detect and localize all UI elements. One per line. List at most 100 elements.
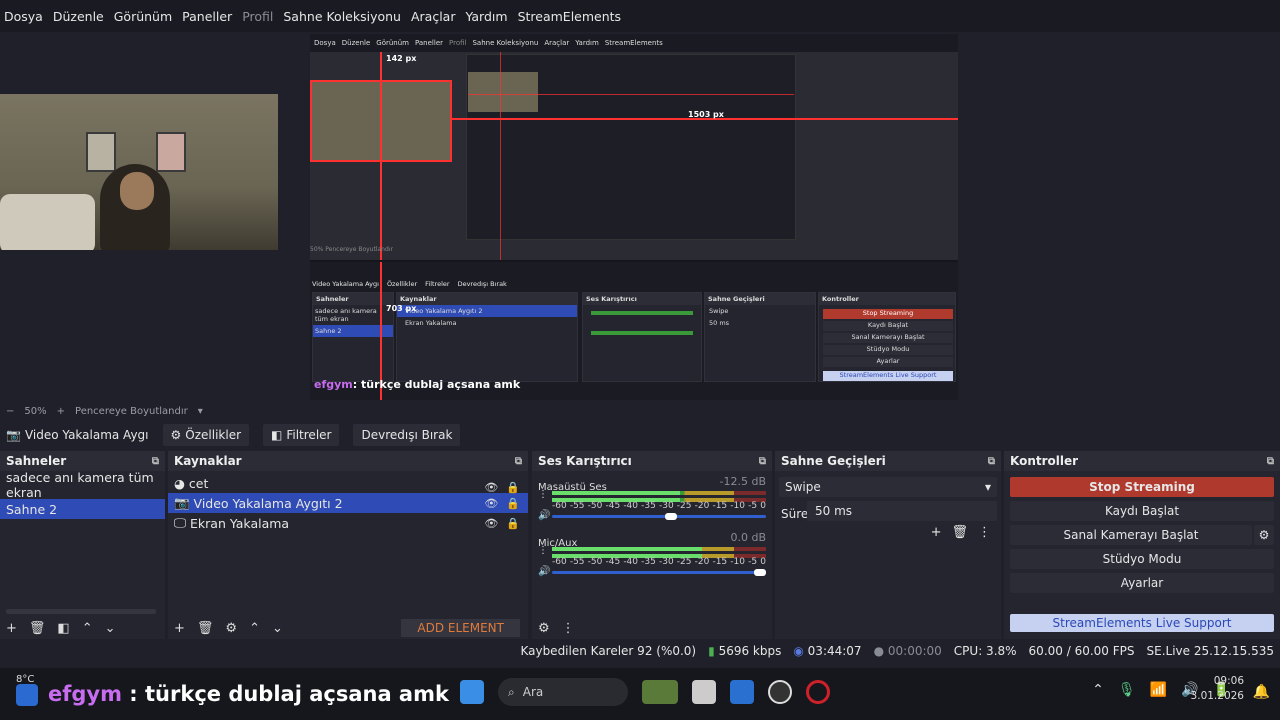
trash-icon[interactable]: 🗑 (197, 621, 214, 636)
volume-slider[interactable] (552, 571, 766, 574)
menu-scene-collection[interactable]: Sahne Koleksiyonu (283, 9, 401, 24)
sources-title: Kaynaklar (174, 454, 242, 468)
chevron-down-icon[interactable]: ⌄ (272, 621, 283, 636)
start-recording-button[interactable]: Kaydı Başlat (1010, 501, 1274, 521)
trash-icon[interactable]: 🗑 (29, 621, 46, 636)
dock-menu-icon[interactable]: ⧉ (759, 456, 766, 467)
filters-button[interactable]: ◧ Filtreler (263, 424, 340, 446)
eye-icon[interactable]: 👁 (484, 481, 498, 494)
mixer-channel: Mic/Aux 0.0 dB ⋮ -60 -55 -50 -45 -40 -35 -30 -2… (538, 531, 766, 581)
add-icon[interactable]: + (174, 621, 185, 636)
dock-menu-icon[interactable]: ⧉ (152, 456, 159, 467)
preview-canvas[interactable]: Dosya Düzenle Görünüm Paneller Profil Sa… (0, 32, 1280, 402)
menu-tools[interactable]: Araçlar (411, 9, 456, 24)
menu-profile[interactable]: Profil (242, 9, 273, 24)
gear-icon[interactable]: ⚙ (225, 621, 237, 636)
windows-start-icon[interactable] (460, 680, 484, 704)
more-icon[interactable]: ⋮ (538, 545, 548, 556)
source-item[interactable]: 🖵 Ekran Yakalama 👁 🔒 (168, 513, 528, 533)
channel-db: 0.0 dB (730, 531, 766, 544)
level-meter-fill (552, 491, 681, 495)
mail-app-icon[interactable] (730, 680, 754, 704)
transition-select[interactable]: Swipe ▾ (779, 477, 997, 497)
gear-icon[interactable]: ⚙ (538, 621, 550, 636)
volume-slider[interactable] (552, 515, 766, 518)
sources-dock: Kaynaklar ⧉ ◕ cet 📷 Video Yakalama Aygıt… (168, 451, 528, 639)
menu-file[interactable]: Dosya (4, 9, 43, 24)
virtual-camera-button[interactable]: Sanal Kamerayı Başlat (1010, 525, 1252, 545)
zoom-in-icon[interactable]: + (57, 406, 65, 417)
source-item[interactable]: 📷 Video Yakalama Aygıtı 2 👁 🔒 (168, 493, 528, 513)
mixer-title: Ses Karıştırıcı (538, 454, 632, 468)
webcam-source[interactable] (0, 94, 278, 250)
file-explorer-icon[interactable] (692, 680, 716, 704)
opera-icon[interactable] (806, 680, 830, 704)
horizontal-scrollbar[interactable] (6, 609, 156, 614)
search-label: Ara (522, 685, 544, 699)
properties-button[interactable]: ⚙ Özellikler (162, 424, 250, 446)
mic-icon[interactable]: 🎙 (1118, 682, 1136, 698)
disable-button[interactable]: Devredışı Bırak (353, 424, 461, 446)
trash-icon[interactable]: 🗑 (951, 525, 968, 540)
settings-button[interactable]: Ayarlar (1010, 573, 1274, 593)
source-item[interactable]: ◕ cet (168, 473, 528, 493)
taskbar-search[interactable]: ⌕ Ara (498, 678, 628, 706)
zoom-out-icon[interactable]: − (6, 406, 14, 417)
meter-tick: -40 (623, 501, 639, 511)
volume-knob[interactable] (754, 569, 766, 576)
clock[interactable]: 09:06 3.01.2026 (1191, 674, 1244, 704)
fit-label[interactable]: Pencereye Boyutlandır (75, 406, 188, 417)
channel-db: -12.5 dB (719, 475, 767, 488)
duration-input[interactable]: 50 ms (807, 501, 997, 521)
chevron-up-icon[interactable]: ⌃ (249, 621, 260, 636)
lock-icon[interactable]: 🔒 (506, 481, 520, 494)
chevron-down-icon[interactable]: ▾ (198, 406, 203, 417)
dock-menu-icon[interactable]: ⧉ (988, 456, 995, 467)
meter-tick: -10 (730, 501, 745, 511)
lock-icon[interactable]: 🔒 (506, 497, 520, 510)
zoom-value[interactable]: 50% (24, 406, 46, 417)
chevron-up-icon[interactable]: ⌃ (82, 621, 93, 636)
gear-icon[interactable]: ⚙ (1254, 525, 1274, 545)
wifi-icon[interactable]: 📶 (1150, 682, 1167, 698)
studio-mode-button[interactable]: Stüdyo Modu (1010, 549, 1274, 569)
meter-tick: -50 (587, 501, 603, 511)
more-icon[interactable]: ⋮ (562, 621, 575, 636)
bed-image (0, 194, 95, 250)
transitions-title: Sahne Geçişleri (781, 454, 886, 468)
eye-icon[interactable]: 👁 (484, 497, 498, 510)
filter-icon[interactable]: ◧ (57, 621, 69, 636)
scene-item[interactable]: sadece anı kamera tüm ekran (0, 470, 165, 500)
speaker-icon[interactable]: 🔊 (538, 510, 550, 521)
chevron-up-icon[interactable]: ⌃ (1092, 682, 1104, 698)
chevron-down-icon: ▾ (984, 480, 991, 494)
menu-view[interactable]: Görünüm (114, 9, 172, 24)
add-icon[interactable]: + (6, 621, 17, 636)
speaker-icon[interactable]: 🔊 (538, 566, 550, 577)
duration-label: Süre (781, 507, 809, 521)
eye-icon[interactable]: 👁 (484, 517, 498, 530)
add-element-button[interactable]: ADD ELEMENT (401, 619, 520, 637)
search-icon: ⌕ (508, 684, 515, 699)
add-icon[interactable]: + (931, 525, 942, 540)
menu-docks[interactable]: Paneller (182, 9, 232, 24)
chevron-down-icon[interactable]: ⌄ (105, 621, 116, 636)
game-app-icon[interactable] (642, 680, 678, 704)
more-icon[interactable]: ⋮ (538, 489, 548, 500)
menu-edit[interactable]: Düzenle (53, 9, 104, 24)
obs-icon[interactable] (768, 680, 792, 704)
dock-menu-icon[interactable]: ⧉ (515, 456, 522, 467)
stream-time: 03:44:07 (807, 644, 862, 658)
notification-icon[interactable]: 🔔 (1253, 684, 1270, 700)
stop-streaming-button[interactable]: Stop Streaming (1010, 477, 1274, 497)
guide-line (500, 52, 501, 260)
more-icon[interactable]: ⋮ (978, 525, 991, 540)
volume-knob[interactable] (665, 513, 678, 520)
lock-icon[interactable]: 🔒 (506, 517, 520, 530)
menu-help[interactable]: Yardım (465, 9, 507, 24)
scene-item[interactable]: Sahne 2 (0, 499, 165, 519)
live-support-button[interactable]: StreamElements Live Support (1010, 614, 1274, 632)
dock-menu-icon[interactable]: ⧉ (1267, 456, 1274, 467)
zoom-bar: − 50% + Pencereye Boyutlandır ▾ (0, 403, 1280, 419)
menu-streamelements[interactable]: StreamElements (518, 9, 622, 24)
